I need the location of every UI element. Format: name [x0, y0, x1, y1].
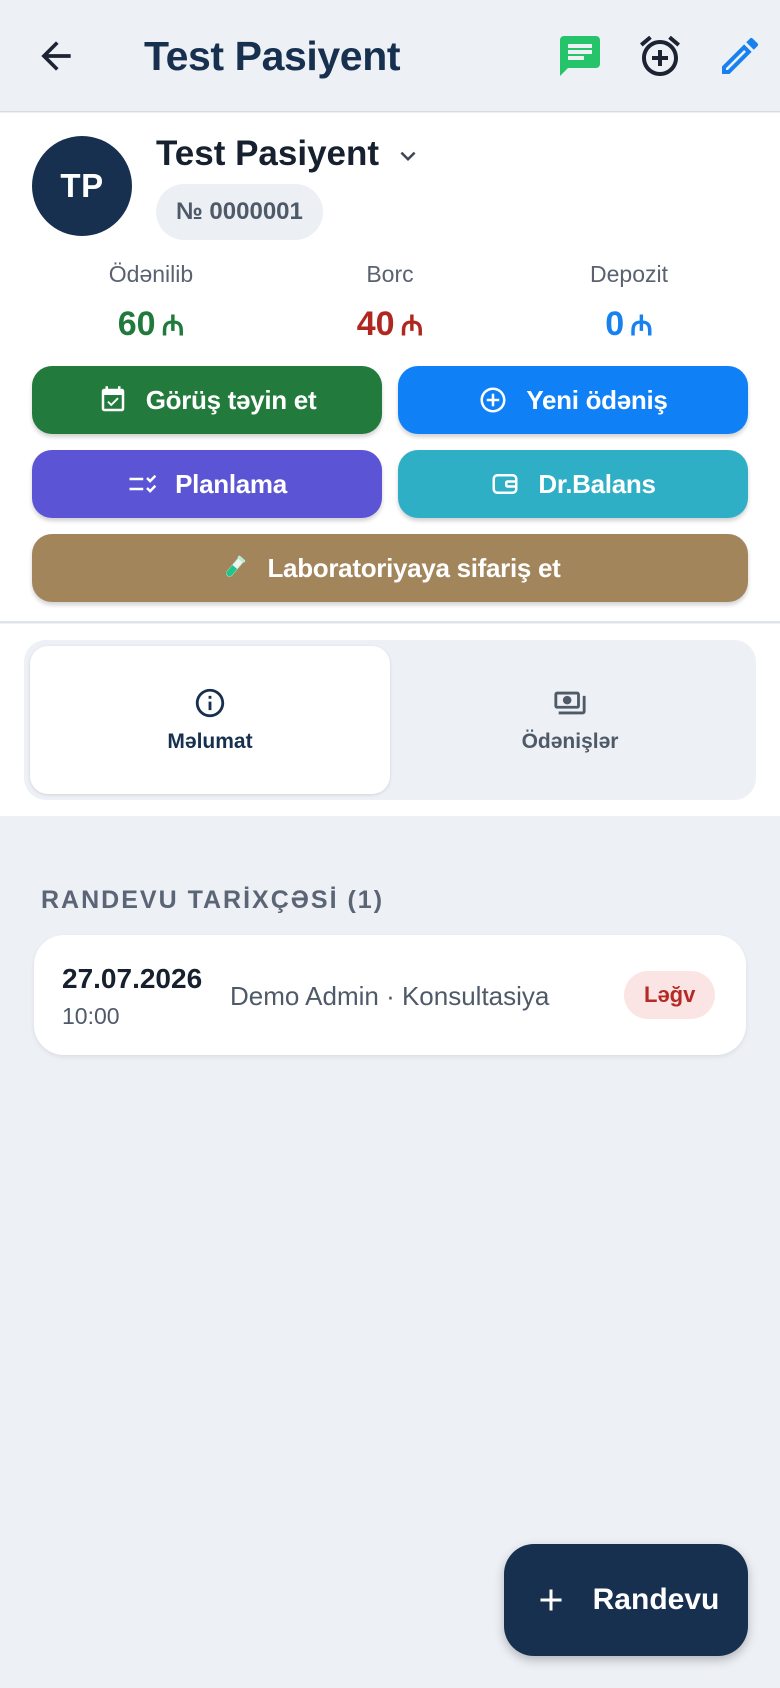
stat-debt: Borc 40 ₼	[270, 260, 510, 346]
stat-debt-label: Borc	[366, 261, 414, 287]
stat-paid-value: 60 ₼	[31, 304, 271, 346]
stat-deposit: Depozit 0 ₼	[509, 260, 749, 346]
schedule-appointment-button[interactable]: Görüş təyin et	[32, 366, 382, 434]
planning-label: Planlama	[175, 468, 287, 499]
test-tube-icon	[226, 555, 246, 577]
stat-deposit-amount: 0	[605, 305, 625, 343]
dr-balance-label: Dr.Balans	[538, 468, 656, 499]
edit-pencil-icon	[722, 37, 759, 74]
stat-deposit-currency: ₼	[630, 310, 653, 341]
segmented-tabs: Məlumat Ödənişlər	[24, 640, 756, 800]
tab-info[interactable]: Məlumat	[30, 646, 390, 794]
stat-debt-currency: ₼	[400, 310, 424, 341]
patient-header-card: TP Test Pasiyent № 0000001 Ödənilib 60 ₼ …	[0, 113, 780, 623]
stat-paid: Ödənilib 60 ₼	[31, 260, 271, 346]
chevron-down-icon	[400, 151, 416, 161]
arrow-left-icon	[41, 41, 71, 71]
avatar: TP	[32, 136, 132, 236]
tab-info-label: Məlumat	[167, 730, 253, 753]
message-button[interactable]	[556, 32, 604, 80]
appointment-history-item[interactable]: 27.07.2026 10:00 Demo Admin · Konsultasi…	[34, 935, 746, 1055]
tab-payments-label: Ödənişlər	[521, 730, 619, 753]
dr-balance-button[interactable]: Dr.Balans	[398, 450, 748, 518]
plus-icon	[540, 1589, 562, 1611]
appointment-time: 10:00	[62, 1003, 120, 1029]
stat-debt-value: 40 ₼	[270, 304, 510, 346]
stat-paid-label: Ödənilib	[108, 261, 194, 287]
top-app-bar: Test Pasiyent	[0, 0, 780, 112]
patient-name: Test Pasiyent	[156, 134, 380, 173]
schedule-appointment-label: Görüş təyin et	[145, 384, 317, 415]
tab-payments[interactable]: Ödənişlər	[390, 646, 750, 794]
patient-name-dropdown[interactable]: Test Pasiyent	[156, 133, 423, 175]
message-icon	[560, 36, 600, 76]
add-appointment-label: Randevu	[592, 1583, 720, 1616]
lab-order-button[interactable]: Laboratoriyaya sifariş et	[32, 534, 748, 602]
status-badge: Ləğv	[624, 971, 716, 1019]
back-button[interactable]	[34, 34, 78, 78]
payments-icon	[554, 691, 586, 715]
new-payment-button[interactable]: Yeni ödəniş	[398, 366, 748, 434]
stat-deposit-value: 0 ₼	[509, 304, 749, 346]
plus-circle-icon	[480, 387, 506, 413]
add-reminder-button[interactable]	[636, 32, 684, 80]
calendar-check-icon	[101, 386, 124, 412]
appointment-date: 27.07.2026	[62, 963, 203, 994]
stat-deposit-label: Depozit	[590, 261, 668, 287]
tab-bar-container: Məlumat Ödənişlər	[0, 624, 780, 816]
add-appointment-fab[interactable]: Randevu	[504, 1544, 748, 1656]
appointment-description: Demo Admin · Konsultasiya	[230, 981, 550, 1011]
appointment-history-title: RANDEVU TARİXÇƏSİ (1)	[41, 886, 385, 914]
alarm-add-icon	[640, 35, 680, 76]
patient-profile-screen: Test Pasiyent TP Test Pasiyent № 0000001	[0, 0, 780, 1688]
stat-paid-amount: 60	[117, 305, 156, 343]
planning-button[interactable]: Planlama	[32, 450, 382, 518]
checklist-icon	[129, 474, 157, 493]
stat-debt-amount: 40	[356, 305, 395, 343]
page-title: Test Pasiyent	[144, 33, 401, 79]
lab-order-label: Laboratoriyaya sifariş et	[267, 552, 561, 583]
info-icon	[195, 688, 225, 718]
wallet-icon	[492, 474, 518, 494]
patient-number-badge: № 0000001	[156, 184, 323, 240]
edit-button[interactable]	[716, 32, 764, 80]
stat-paid-currency: ₼	[161, 310, 185, 341]
new-payment-label: Yeni ödəniş	[526, 384, 668, 415]
